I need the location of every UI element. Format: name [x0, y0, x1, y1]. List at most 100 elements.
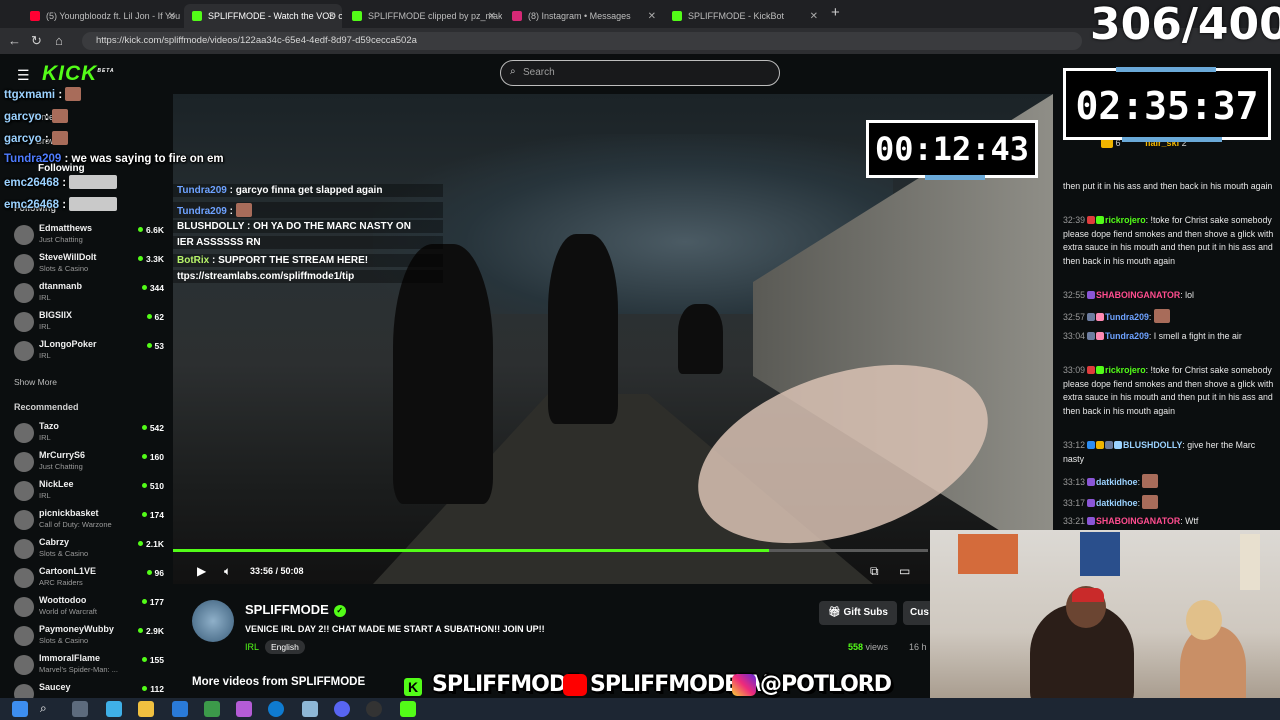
- theater-icon[interactable]: ▭: [899, 564, 910, 578]
- sidebar-item-jlongopoker[interactable]: JLongoPoker IRL 53: [14, 338, 164, 366]
- video-progress-bar[interactable]: [173, 549, 928, 552]
- sidebar-item-stevewilldoit[interactable]: SteveWillDoIt Slots & Casino 3.3K: [14, 251, 164, 279]
- sidebar-item-bigsiix[interactable]: BIGSIIX IRL 62: [14, 309, 164, 337]
- chat-time: 33:12: [1063, 440, 1086, 450]
- search-input[interactable]: ⌕ Search: [500, 60, 780, 86]
- discord-icon[interactable]: [334, 701, 350, 717]
- new-tab-button[interactable]: +: [831, 4, 840, 21]
- menu-icon[interactable]: ☰: [17, 67, 30, 84]
- chat-user[interactable]: SHABOINGANATOR: [1096, 516, 1180, 526]
- app-icon[interactable]: [204, 701, 220, 717]
- back-icon[interactable]: ←: [8, 33, 21, 48]
- avatar: [14, 539, 34, 559]
- tab-label: (5) Youngbloodz ft. Lil Jon - If You: [46, 11, 181, 21]
- chat-user[interactable]: datkidhoe: [1096, 477, 1138, 487]
- chat-user[interactable]: Tundra209: [1105, 312, 1149, 322]
- timer-text: 00:12:43: [874, 130, 1030, 168]
- channel-name: MrCurryS6: [39, 450, 86, 460]
- chat-time: 33:09: [1063, 365, 1086, 375]
- video-person: [393, 244, 493, 504]
- close-tab-icon[interactable]: ✕: [648, 11, 656, 22]
- file-explorer-icon[interactable]: [138, 701, 154, 717]
- mail-icon[interactable]: [172, 701, 188, 717]
- chat-user: garcyo: [4, 133, 42, 145]
- home-icon[interactable]: ⌂: [55, 33, 63, 48]
- sub-badge-icon: [1096, 216, 1105, 224]
- sidebar-item-cabrzy[interactable]: Cabrzy Slots & Casino 2.1K: [14, 536, 164, 564]
- badge-icon: [1087, 313, 1096, 321]
- app-icon[interactable]: [236, 701, 252, 717]
- obs-icon[interactable]: [366, 701, 382, 717]
- tab-kickbot[interactable]: SPLIFFMODE - KickBot ✕: [664, 4, 824, 28]
- sidebar-item-picnickbasket[interactable]: picnickbasket Call of Duty: Warzone 174: [14, 507, 164, 535]
- kick-logo[interactable]: KICKBETA: [42, 62, 115, 86]
- viewer-count: 177: [142, 597, 164, 607]
- reload-icon[interactable]: ↻: [31, 33, 42, 49]
- wall-poster: [1080, 532, 1120, 576]
- play-icon[interactable]: ▶: [197, 564, 206, 578]
- gift-subs-button[interactable]: 🎁︎ Gift Subs: [819, 601, 897, 625]
- tab-instagram[interactable]: (8) Instagram • Messages ✕: [504, 4, 662, 28]
- volume-icon[interactable]: 🔈︎: [224, 564, 231, 579]
- channel-name-row[interactable]: SPLIFFMODE ✓: [245, 602, 346, 617]
- url-field[interactable]: https://kick.com/spliffmode/videos/122aa…: [82, 32, 1082, 50]
- channel-category: IRL: [39, 351, 51, 360]
- close-tab-icon[interactable]: ✕: [810, 11, 818, 22]
- app-icon[interactable]: [302, 701, 318, 717]
- chat-user[interactable]: SHABOINGANATOR: [1096, 290, 1180, 300]
- search-placeholder: Search: [523, 67, 555, 78]
- channel-category: Slots & Casino: [39, 636, 89, 645]
- sidebar-item-paymoneywubby[interactable]: PaymoneyWubby Slots & Casino 2.9K: [14, 623, 164, 651]
- channel-category: ARC Raiders: [39, 578, 83, 587]
- close-tab-icon[interactable]: ✕: [488, 11, 496, 22]
- chat-user[interactable]: Tundra209: [1105, 331, 1149, 341]
- chat-user[interactable]: rickrojero: [1105, 215, 1146, 225]
- chat-message: then put it in his ass and then back in …: [1063, 180, 1275, 194]
- chat-text: ttps://streamlabs.com/spliffmode1/tip: [177, 271, 355, 282]
- sidebar-item-tazo[interactable]: Tazo IRL 542: [14, 420, 164, 448]
- kick-app-icon[interactable]: [400, 701, 416, 717]
- sidebar-item-nicklee[interactable]: NickLee IRL 510: [14, 478, 164, 506]
- chat-message: 33:17 datkidhoe:: [1063, 495, 1275, 511]
- show-more-link[interactable]: Show More: [14, 377, 57, 387]
- channel-category: Slots & Casino: [39, 264, 89, 273]
- search-icon: ⌕: [510, 66, 516, 77]
- chat-user: emc26468: [4, 177, 59, 189]
- sidebar-item-saucey[interactable]: Saucey 112: [14, 681, 164, 698]
- tab-kick-clip[interactable]: SPLIFFMODE clipped by pz_makin ✕: [344, 4, 502, 28]
- chat-user[interactable]: rickrojero: [1105, 365, 1146, 375]
- pip-icon[interactable]: ⧉: [870, 564, 879, 579]
- category-link[interactable]: IRL: [245, 642, 259, 652]
- channel-category: IRL: [39, 491, 51, 500]
- chat-time: 32:55: [1063, 290, 1086, 300]
- channel-avatar[interactable]: [192, 600, 234, 642]
- sidebar-item-dtanmanb[interactable]: dtanmanb IRL 344: [14, 280, 164, 308]
- edge-icon[interactable]: [268, 701, 284, 717]
- sidebar-item-mrcurrys6[interactable]: MrCurryS6 Just Chatting 160: [14, 449, 164, 477]
- kick-icon: K: [404, 678, 422, 696]
- tab-label: SPLIFFMODE clipped by pz_makin: [368, 11, 502, 21]
- viewer-count: 542: [142, 423, 164, 433]
- chat-text: : I smell a fight in the air: [1148, 331, 1242, 341]
- sidebar-item-edmatthews[interactable]: Edmatthews Just Chatting 6.6K: [14, 222, 164, 250]
- search-icon[interactable]: ⌕: [40, 701, 56, 717]
- badge-icon: [1087, 441, 1096, 449]
- chat-user[interactable]: BLUSHDOLLY: [1123, 440, 1182, 450]
- chat-user[interactable]: datkidhoe: [1096, 498, 1138, 508]
- task-view-icon[interactable]: [72, 701, 88, 717]
- tab-youtube[interactable]: (5) Youngbloodz ft. Lil Jon - If You ✕: [22, 4, 182, 28]
- sidebar-item-immoralflame[interactable]: ImmoralFlame Marvel's Spider-Man: ... 155: [14, 652, 164, 680]
- player-controls: ▶ 🔈︎ 33:56 / 50:08 ⧉ ▭: [173, 558, 928, 584]
- close-tab-icon[interactable]: ✕: [168, 11, 176, 22]
- language-tag[interactable]: English: [265, 640, 305, 654]
- widgets-icon[interactable]: [106, 701, 122, 717]
- sidebar-item-cartoonl1ve[interactable]: CartoonL1VE ARC Raiders 96: [14, 565, 164, 593]
- tab-kick-vod[interactable]: SPLIFFMODE - Watch the VOD on ✕: [184, 4, 342, 28]
- windows-start-icon[interactable]: [12, 701, 28, 717]
- sidebar-item-woottodoo[interactable]: Woottodoo World of Warcraft 177: [14, 594, 164, 622]
- chat-text: :: [1137, 498, 1141, 508]
- video-chat-line: ttps://streamlabs.com/spliffmode1/tip: [173, 270, 443, 283]
- youtube-icon: [563, 674, 587, 696]
- video-person: [678, 304, 723, 374]
- close-tab-icon[interactable]: ✕: [328, 11, 336, 22]
